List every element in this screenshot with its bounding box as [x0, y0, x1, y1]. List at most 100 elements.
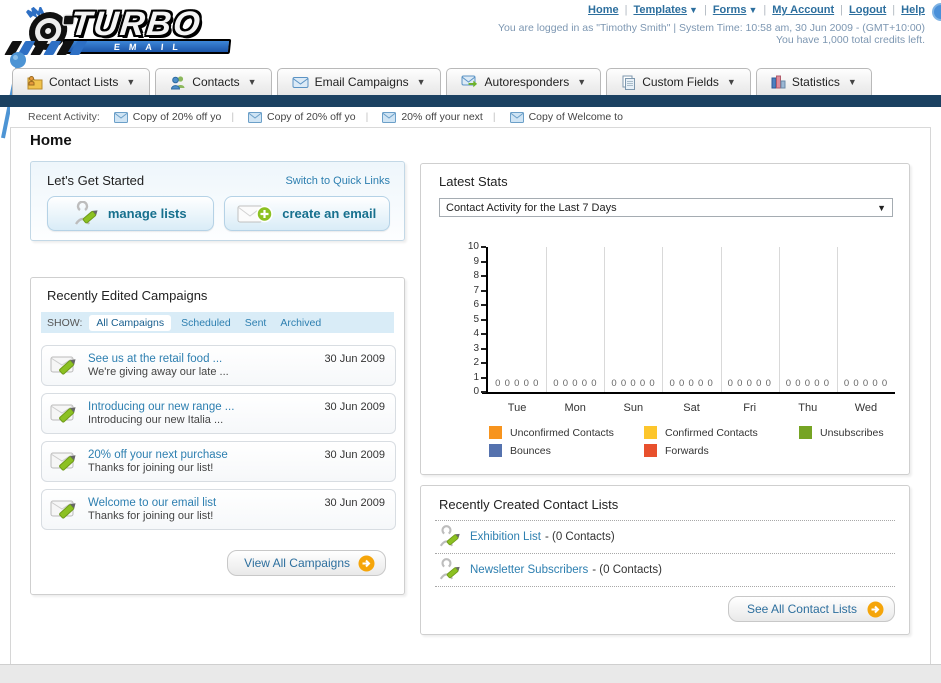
campaign-date: 30 Jun 2009 [324, 401, 385, 413]
chevron-down-icon: ▼ [126, 77, 136, 87]
get-started-panel: Let's Get Started Switch to Quick Links … [30, 161, 405, 241]
tab-contact-lists[interactable]: Contact Lists ▼ [12, 68, 151, 95]
tab-scheduled[interactable]: Scheduled [181, 317, 231, 329]
envelope-pencil-icon [50, 356, 76, 375]
campaign-row[interactable]: Welcome to our email list Thanks for join… [41, 489, 396, 530]
legend-item: Confirmed Contacts [644, 426, 758, 439]
credits-text: You have 1,000 total credits left. [775, 34, 925, 46]
contact-lists-panel: Recently Created Contact Lists Exhibitio… [420, 485, 910, 635]
recent-activity-item[interactable]: Copy of 20% off yo [248, 111, 356, 123]
see-all-contact-lists-button[interactable]: See All Contact Lists [727, 596, 895, 622]
legend-swatch [489, 426, 502, 439]
contact-activity-chart: 0 1 2 3 4 5 6 7 8 9 10 0 0 0 0 0 Tue 0 0 0 0 0 Mon 0 0 0 0 0 Sun 0 0 0 0… [441, 241, 901, 417]
link-help[interactable]: Help [901, 4, 925, 16]
envelope-icon [292, 76, 309, 88]
latest-stats-panel: Latest Stats Contact Activity for the La… [420, 163, 910, 475]
envelope-pencil-icon [50, 404, 76, 423]
contact-list-row[interactable]: Exhibition List - (0 Contacts) [421, 521, 909, 553]
campaign-date: 30 Jun 2009 [324, 497, 385, 509]
recent-activity-label: Recent Activity: [28, 111, 100, 123]
chevron-down-icon: ▼ [847, 77, 857, 87]
envelope-icon [382, 111, 397, 123]
link-my-account[interactable]: My Account [772, 4, 834, 16]
top-nav-links: Home | Templates ▼ | Forms ▼ | My Account | Logout… [588, 4, 925, 16]
contact-lists-title: Recently Created Contact Lists [439, 497, 619, 512]
tab-archived[interactable]: Archived [280, 317, 321, 329]
campaign-date: 30 Jun 2009 [324, 353, 385, 365]
campaigns-panel: Recently Edited Campaigns SHOW: All Camp… [30, 277, 405, 595]
contact-list-row[interactable]: Newsletter Subscribers - (0 Contacts) [421, 554, 909, 586]
link-logout[interactable]: Logout [849, 4, 886, 16]
envelope-icon [509, 111, 524, 123]
legend-swatch [799, 426, 812, 439]
campaigns-filter-tabs: SHOW: All Campaigns Scheduled Sent Archi… [41, 312, 394, 333]
get-started-title: Let's Get Started [47, 173, 145, 188]
legend-swatch [644, 444, 657, 457]
legend-label: Confirmed Contacts [665, 426, 758, 439]
app-window: TURBO EMAIL Home | Templates ▼ | Forms ▼ | My Ac… [0, 0, 941, 683]
person-pencil-icon [439, 558, 460, 580]
create-email-button[interactable]: create an email [223, 196, 390, 231]
view-all-campaigns-button[interactable]: View All Campaigns [227, 550, 386, 576]
campaign-row[interactable]: See us at the retail food ... We're givin… [41, 345, 396, 386]
legend-label: Unconfirmed Contacts [510, 426, 614, 439]
tab-all-campaigns[interactable]: All Campaigns [89, 314, 172, 331]
page-title: Home [30, 132, 72, 149]
show-label: SHOW: [47, 316, 83, 329]
legend-label: Forwards [665, 444, 709, 457]
tab-statistics[interactable]: Statistics ▼ [755, 68, 872, 95]
envelope-pencil-icon [50, 500, 76, 519]
recent-activity-item[interactable]: Copy of Welcome to [509, 111, 623, 123]
link-home[interactable]: Home [588, 4, 619, 16]
link-templates[interactable]: Templates [633, 4, 687, 16]
campaign-row[interactable]: 20% off your next purchase Thanks for joi… [41, 441, 396, 482]
chevron-down-icon: ▼ [416, 77, 426, 87]
person-pencil-icon [74, 200, 98, 225]
envelope-pencil-icon [50, 452, 76, 471]
turbo-email-logo: TURBO EMAIL [4, 3, 261, 61]
legend-item: Forwards [644, 444, 709, 457]
tab-custom-fields[interactable]: Custom Fields ▼ [606, 68, 751, 95]
folder-contact-icon [27, 75, 43, 89]
legend-item: Unsubscribes [799, 426, 884, 439]
envelope-arrow-icon [461, 75, 477, 88]
switch-quick-links[interactable]: Switch to Quick Links [285, 175, 390, 187]
chevron-down-icon: ▼ [726, 77, 736, 87]
manage-lists-button[interactable]: manage lists [47, 196, 214, 231]
chevron-down-icon: ▼ [689, 5, 698, 15]
contacts-icon [171, 75, 185, 89]
tab-contacts[interactable]: Contacts ▼ [155, 68, 272, 95]
tab-sent[interactable]: Sent [245, 317, 267, 329]
recent-activity-item[interactable]: 20% off your next [382, 111, 483, 123]
legend-item: Unconfirmed Contacts [489, 426, 614, 439]
envelope-icon [113, 111, 128, 123]
recent-activity-item[interactable]: Copy of 20% off yo [113, 111, 221, 123]
arrow-circle-icon [358, 555, 375, 571]
campaign-row[interactable]: Introducing our new range ... Introducing… [41, 393, 396, 434]
link-forms[interactable]: Forms [713, 4, 747, 16]
bar-chart-icon [771, 75, 786, 89]
campaign-date: 30 Jun 2009 [324, 449, 385, 461]
legend-label: Bounces [510, 444, 551, 457]
page-footer-strip [0, 664, 941, 683]
legend-swatch [489, 444, 502, 457]
chevron-down-icon: ▼ [877, 202, 886, 213]
navy-divider-bar [0, 95, 941, 107]
legend-item: Bounces [489, 444, 551, 457]
main-nav: Contact Lists ▼ Contacts ▼ Email Campaigns… [12, 68, 872, 95]
chevron-down-icon: ▼ [748, 5, 758, 15]
tab-email-campaigns[interactable]: Email Campaigns ▼ [276, 68, 441, 95]
pages-icon [622, 75, 636, 90]
stats-period-select[interactable]: Contact Activity for the Last 7 Days ▼ [439, 198, 893, 217]
envelope-plus-icon [237, 205, 274, 222]
envelope-icon [248, 111, 263, 123]
arrow-circle-icon [867, 601, 884, 617]
chevron-down-icon: ▼ [247, 77, 257, 87]
tab-autoresponders[interactable]: Autoresponders ▼ [445, 68, 602, 95]
chevron-down-icon: ▼ [577, 77, 587, 87]
legend-swatch [644, 426, 657, 439]
help-bubble-icon[interactable] [932, 3, 941, 21]
person-pencil-icon [439, 525, 460, 547]
campaigns-title: Recently Edited Campaigns [47, 288, 208, 303]
legend-label: Unsubscribes [820, 426, 884, 439]
